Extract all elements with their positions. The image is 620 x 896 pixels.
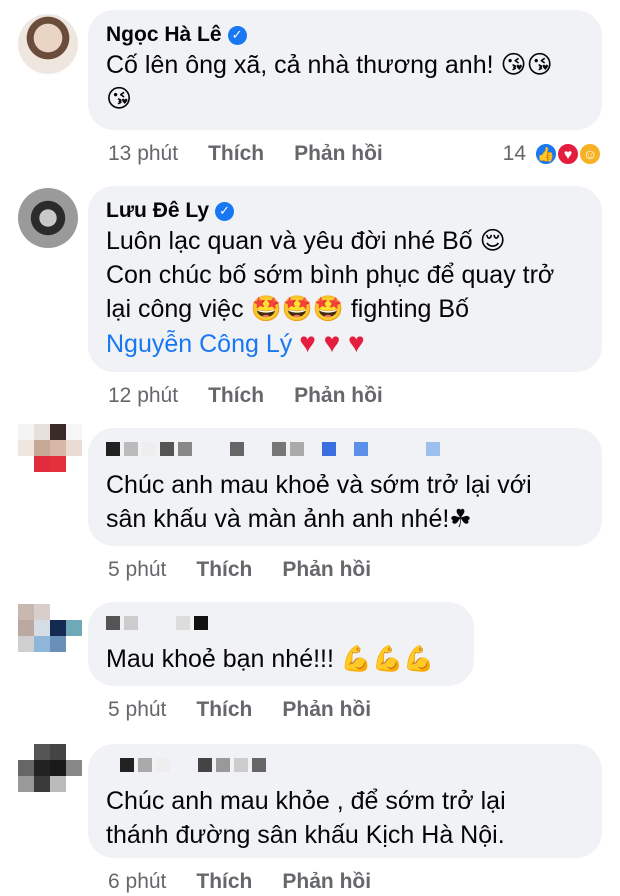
care-reaction-icon: ☺ (578, 142, 602, 166)
comment-text-line: 😘 (106, 85, 133, 113)
timestamp[interactable]: 5 phút (108, 698, 166, 722)
avatar[interactable] (18, 604, 82, 668)
comment-text-line: Mau khoẻ bạn nhé!!! 💪💪💪 (106, 645, 435, 673)
like-button[interactable]: Thích (196, 558, 252, 582)
reply-button[interactable]: Phản hồi (282, 558, 371, 582)
comment-text-line: Chúc anh mau khỏe , để sớm trở lại (106, 787, 506, 815)
avatar[interactable] (18, 744, 82, 808)
comment-bubble: Mau khoẻ bạn nhé!!! 💪💪💪 (88, 602, 474, 686)
like-reaction-icon: 👍 (534, 142, 558, 166)
comment-actions: 13 phút Thích Phản hồi (108, 142, 383, 166)
comment-bubble: Lưu Đê Ly ✓ Luôn lạc quan và yêu đời nhé… (88, 186, 602, 372)
comment-actions: 6 phút Thích Phản hồi (108, 870, 371, 894)
author-name[interactable]: Lưu Đê Ly (106, 198, 209, 224)
blurred-author-name[interactable] (106, 614, 456, 632)
blurred-author-name[interactable] (106, 756, 584, 774)
comment-text-line: Con chúc bố sớm bình phục để quay trở (106, 261, 555, 289)
reaction-count: 14 (502, 142, 526, 165)
blurred-author-name[interactable] (106, 440, 584, 458)
like-button[interactable]: Thích (208, 384, 264, 408)
like-button[interactable]: Thích (196, 870, 252, 894)
comment-bubble: Chúc anh mau khỏe , để sớm trở lại thánh… (88, 744, 602, 858)
verified-badge-icon: ✓ (227, 25, 247, 45)
reply-button[interactable]: Phản hồi (294, 384, 383, 408)
comment-text-line: lại công việc 🤩🤩🤩 fighting Bố (106, 295, 469, 323)
avatar[interactable] (18, 14, 78, 74)
like-button[interactable]: Thích (208, 142, 264, 166)
reaction-summary[interactable]: 14 👍 ♥ ☺ (503, 142, 602, 166)
comment-actions: 5 phút Thích Phản hồi (108, 558, 371, 582)
timestamp[interactable]: 6 phút (108, 870, 166, 894)
comment-bubble: Chúc anh mau khoẻ và sớm trở lại với sân… (88, 428, 602, 546)
avatar[interactable] (18, 424, 82, 488)
timestamp[interactable]: 12 phút (108, 384, 178, 408)
reply-button[interactable]: Phản hồi (294, 142, 383, 166)
comment-actions: 12 phút Thích Phản hồi (108, 384, 383, 408)
love-reaction-icon: ♥ (556, 142, 580, 166)
timestamp[interactable]: 13 phút (108, 142, 178, 166)
comment-text-line: Cố lên ông xã, cả nhà thương anh! 😘😘 (106, 51, 553, 79)
comment-bubble: Ngọc Hà Lê ✓ Cố lên ông xã, cả nhà thươn… (88, 10, 602, 130)
hearts-emoji: ♥ ♥ ♥ (299, 327, 365, 358)
timestamp[interactable]: 5 phút (108, 558, 166, 582)
verified-badge-icon: ✓ (215, 201, 235, 221)
comment-text-line: sân khấu và màn ảnh anh nhé!☘ (106, 505, 472, 533)
reply-button[interactable]: Phản hồi (282, 870, 371, 894)
reply-button[interactable]: Phản hồi (282, 698, 371, 722)
author-name[interactable]: Ngọc Hà Lê (106, 22, 222, 48)
comment-text-line: Luôn lạc quan và yêu đời nhé Bố 😌 (106, 227, 506, 255)
like-button[interactable]: Thích (196, 698, 252, 722)
comment-text-line: Chúc anh mau khoẻ và sớm trở lại với (106, 471, 532, 499)
avatar[interactable] (18, 188, 78, 248)
mention-link[interactable]: Nguyễn Công Lý (106, 330, 292, 358)
comment-text-line: thánh đường sân khấu Kịch Hà Nội. (106, 821, 505, 849)
comment-actions: 5 phút Thích Phản hồi (108, 698, 371, 722)
